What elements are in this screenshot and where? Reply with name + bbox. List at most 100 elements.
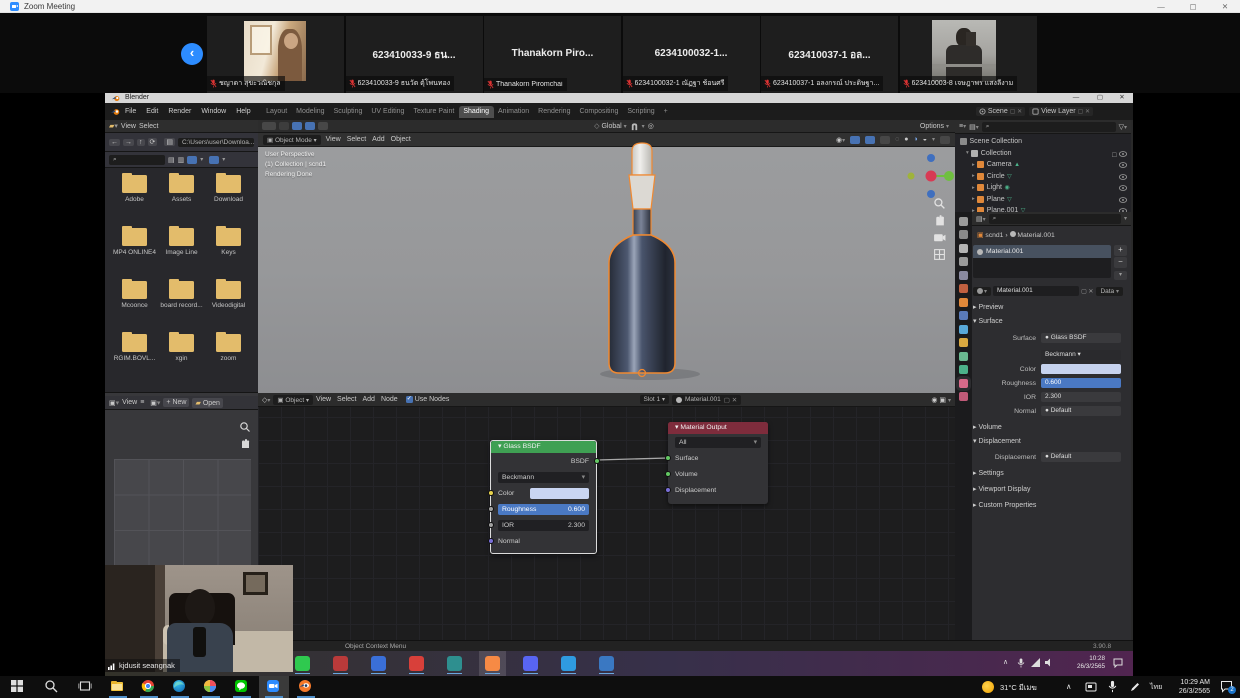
material-datablock-row[interactable]: ▾ Material.001 ▢ ✕ Data ▾: [973, 285, 1131, 297]
prop-displacement[interactable]: Displacement● Default: [973, 451, 1131, 463]
photos-app-icon[interactable]: [599, 656, 614, 671]
blender-maximize-button[interactable]: ▢: [1089, 93, 1111, 103]
outliner-row[interactable]: ▸Camera▲: [955, 159, 1131, 171]
material-slot-list[interactable]: Material.001: [973, 245, 1111, 278]
roughness-input-socket[interactable]: [488, 506, 494, 512]
outliner-search-input[interactable]: ⌕: [982, 122, 1116, 132]
search-button[interactable]: [44, 679, 60, 695]
glass-node-distribution[interactable]: Beckmann▾: [491, 469, 596, 485]
gallery-app-icon[interactable]: [447, 656, 462, 671]
material-slot-ops[interactable]: + − ▾: [1114, 245, 1127, 285]
vp-camera-icon[interactable]: [933, 231, 946, 244]
chrome-icon[interactable]: [141, 679, 157, 695]
vp-shading-material[interactable]: ◑: [914, 136, 918, 143]
vp-overlays-toggle[interactable]: [865, 136, 875, 144]
ned-menu-select[interactable]: Select: [337, 396, 356, 403]
fb-path-field[interactable]: C:\Users\user\Downloa...: [178, 138, 254, 147]
weather-icon[interactable]: [982, 681, 994, 693]
glass-node-roughness[interactable]: Roughness0.600: [491, 501, 596, 517]
expand-arrow[interactable]: ▸: [972, 173, 975, 179]
workspace-tab-texturepaint[interactable]: Texture Paint: [409, 106, 459, 118]
blender-minimize-button[interactable]: —: [1065, 93, 1087, 103]
prop-value[interactable]: ● Default: [1041, 406, 1121, 416]
vp-tool4-icon[interactable]: [305, 122, 315, 130]
expand-arrow[interactable]: ▸: [972, 185, 975, 191]
tray-chevron-icon[interactable]: ∧: [1066, 682, 1072, 691]
glass-node-ior[interactable]: IOR2.300: [491, 517, 596, 533]
visibility-eye-icon[interactable]: [1119, 174, 1127, 180]
ned-material-field[interactable]: Material.001 ▢ ✕: [672, 395, 741, 405]
tray-mic-icon[interactable]: [1108, 680, 1117, 693]
workspace-tab-shading[interactable]: Shading: [459, 106, 494, 118]
vp-orientation-dropdown[interactable]: ◇ Global ▾: [594, 122, 627, 130]
folder-item[interactable]: MP4 ONLINE4: [111, 228, 158, 256]
previous-participants-button[interactable]: ‹: [181, 43, 203, 65]
vp-shading-solid[interactable]: ●: [904, 136, 908, 143]
workspace-tab-scripting[interactable]: Scripting: [623, 106, 659, 118]
menu-file[interactable]: File: [120, 108, 141, 115]
outliner-type-icon[interactable]: ≡▾: [959, 123, 966, 130]
ptb-net-icon[interactable]: [1031, 658, 1040, 667]
properties-tab-3[interactable]: [959, 257, 968, 266]
folder-item[interactable]: Adobe: [111, 175, 158, 203]
properties-tab-11[interactable]: [959, 365, 968, 374]
participant-tile[interactable]: 623410033-9 ธน...623410033-9 ธนวัต ตุ้โพ…: [346, 16, 483, 93]
fb-menu-select[interactable]: Select: [139, 123, 158, 130]
participant-tile[interactable]: ชญาดา สุขะวณิชกุล: [207, 16, 344, 93]
props-options-icon[interactable]: ▾: [1124, 215, 1127, 222]
outliner-row[interactable]: ▸Light◉: [955, 182, 1131, 194]
imged-open-button[interactable]: ▰ Open: [192, 398, 222, 408]
fb-new-folder-button[interactable]: ▤: [164, 138, 175, 146]
ptb-clock[interactable]: 10:28 26/3/2565: [1059, 655, 1105, 671]
blender-icon[interactable]: [298, 679, 314, 695]
menu-render[interactable]: Render: [163, 108, 196, 115]
glass-node-color[interactable]: Color: [491, 485, 596, 501]
line-icon[interactable]: [234, 679, 250, 695]
vp-shading-dropdown[interactable]: ▾: [932, 136, 935, 143]
red-sphere-app-icon[interactable]: [409, 656, 424, 671]
prop-value[interactable]: [1041, 364, 1121, 374]
language-indicator[interactable]: ไทย: [1150, 682, 1162, 693]
visibility-eye-icon[interactable]: [1119, 197, 1127, 203]
vp-menu-select[interactable]: Select: [347, 136, 366, 143]
vp-ortho-icon[interactable]: [933, 248, 946, 261]
folder-item[interactable]: RGIM.BOVL...: [111, 334, 158, 362]
outliner-row[interactable]: ▸Plane▽: [955, 194, 1131, 206]
vp-tool5-icon[interactable]: [318, 122, 328, 130]
properties-tab-8[interactable]: [959, 325, 968, 334]
vp-menu-view[interactable]: View: [326, 136, 341, 143]
ned-menu-view[interactable]: View: [316, 396, 331, 403]
normal-input-socket[interactable]: [488, 538, 494, 544]
visibility-eye-icon[interactable]: [1119, 185, 1127, 191]
section-displacement[interactable]: ▾ Displacement: [973, 437, 1021, 445]
ned-use-nodes-checkbox[interactable]: ✓ Use Nodes: [406, 396, 450, 403]
prop-color[interactable]: Color: [973, 363, 1131, 375]
properties-tab-13[interactable]: [959, 392, 968, 401]
tray-display-icon[interactable]: [1085, 681, 1097, 693]
imged-new-button[interactable]: + New: [163, 398, 189, 407]
participant-tile[interactable]: Thanakorn Piro...Thanakorn Piromchai: [484, 16, 621, 93]
section-viewport-display[interactable]: ▸ Viewport Display: [973, 485, 1030, 493]
close-button[interactable]: ✕: [1212, 0, 1238, 13]
image-editor-type-icon[interactable]: ▣▾: [109, 399, 119, 407]
prop-x[interactable]: Beckmann ▾: [973, 349, 1131, 361]
edge-icon[interactable]: [172, 679, 188, 695]
workspace-tab-modeling[interactable]: Modeling: [292, 106, 329, 118]
vp-shading-rendered[interactable]: ◒: [923, 136, 927, 143]
workspace-tab-rendering[interactable]: Rendering: [534, 106, 575, 118]
minimize-button[interactable]: —: [1148, 0, 1174, 13]
ned-overlay-icons[interactable]: ◉ ▣ ▾: [931, 396, 951, 404]
prop-normal[interactable]: Normal● Default: [973, 405, 1131, 417]
folder-item[interactable]: xgin: [158, 334, 205, 362]
material-browse-icon[interactable]: ▾: [973, 287, 991, 296]
fb-up-button[interactable]: ↑: [137, 139, 145, 146]
bottle-3d-object[interactable]: [537, 141, 747, 386]
outliner-display-icon[interactable]: ▤▾: [969, 123, 979, 131]
fb-filter-icon[interactable]: [209, 156, 219, 164]
glass-bsdf-node[interactable]: ▾ Glass BSDF BSDF Beckmann▾ Color Roughn…: [490, 440, 597, 554]
prop-surface[interactable]: Surface● Glass BSDF: [973, 332, 1131, 344]
section-surface[interactable]: ▾ Surface: [973, 317, 1003, 325]
properties-tab-6[interactable]: [959, 298, 968, 307]
expand-arrow[interactable]: ▾: [966, 150, 969, 156]
blender-close-button[interactable]: ✕: [1111, 93, 1133, 103]
